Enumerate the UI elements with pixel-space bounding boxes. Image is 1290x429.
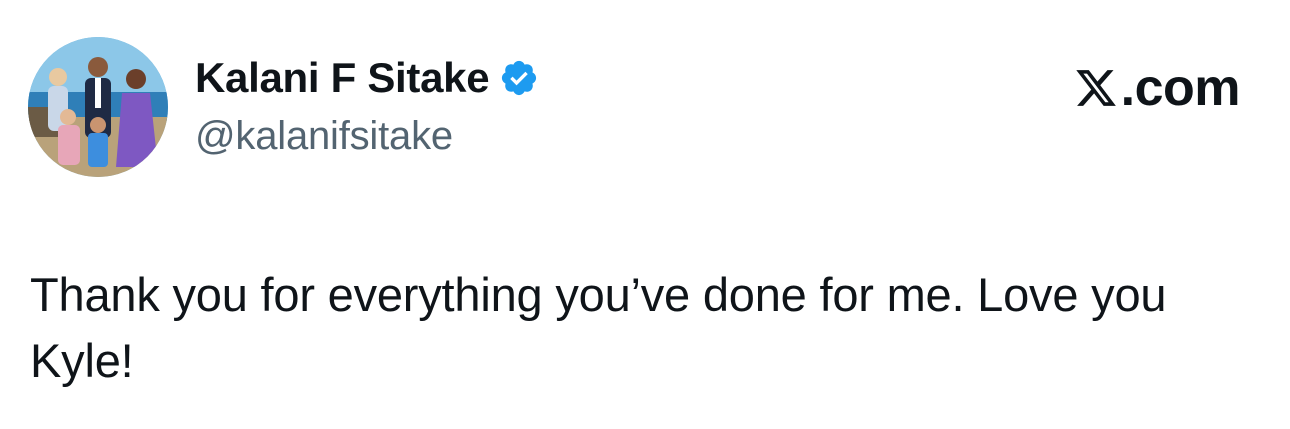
author-name-row: Kalani F Sitake (195, 52, 539, 104)
author-handle[interactable]: @kalanifsitake (195, 114, 453, 159)
tweet-card: Kalani F Sitake @kalanifsitake .com Than… (0, 0, 1290, 429)
verified-badge-icon (499, 58, 539, 98)
avatar-photo (28, 37, 168, 177)
tweet-text: Thank you for everything you’ve done for… (30, 268, 1167, 387)
author-display-name[interactable]: Kalani F Sitake (195, 54, 490, 102)
brand-text: .com (1120, 59, 1241, 117)
brand-mark: .com (1073, 59, 1241, 117)
avatar[interactable] (28, 37, 168, 177)
x-logo-icon (1073, 66, 1119, 110)
